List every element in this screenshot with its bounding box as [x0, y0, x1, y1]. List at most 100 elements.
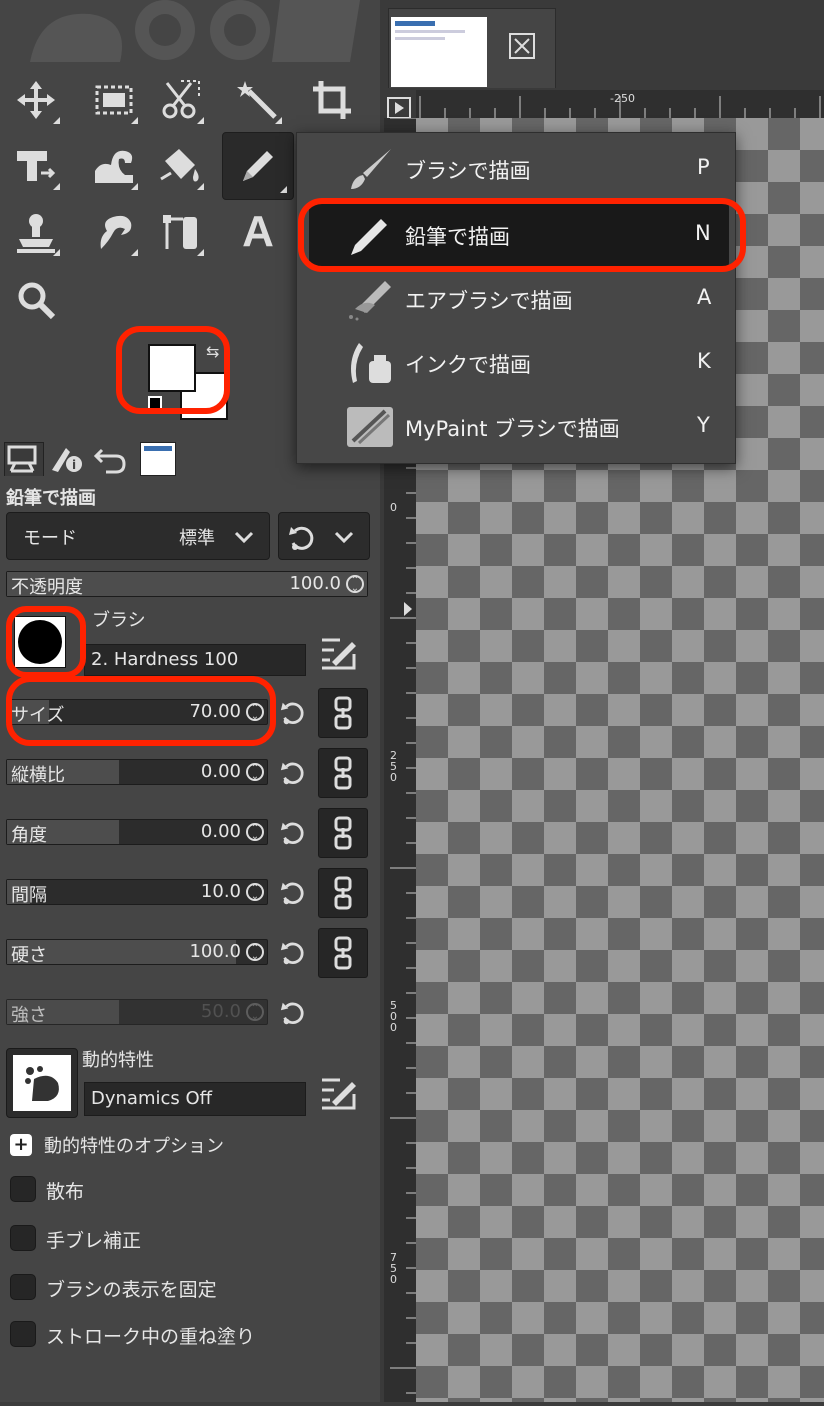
edit-brush-icon[interactable]: [318, 632, 358, 672]
crop-icon: [313, 81, 351, 119]
menu-item-paintbrush[interactable]: ブラシで描画 P: [297, 137, 737, 201]
dynamics-options-expander[interactable]: + 動的特性のオプション: [10, 1130, 370, 1160]
mode-reset-combo[interactable]: [278, 512, 370, 560]
scissors-select-button[interactable]: [150, 70, 210, 130]
menu-item-shortcut: A: [697, 285, 712, 309]
paths-tool-button[interactable]: [150, 202, 210, 262]
tab-device-status[interactable]: i: [48, 444, 88, 476]
pencil-tool-button[interactable]: [222, 132, 294, 200]
chevron-down-icon: [334, 531, 354, 544]
image-tab[interactable]: [388, 8, 556, 88]
mode-combo[interactable]: モード 標準: [6, 512, 270, 560]
reset-icon: [280, 1002, 304, 1025]
lock-brush-view-checkbox[interactable]: [10, 1274, 36, 1300]
angle-reset-button[interactable]: [278, 818, 308, 848]
device-status-icon: i: [52, 448, 82, 472]
ruler-top-label: -250: [610, 92, 635, 105]
move-tool-button[interactable]: [6, 70, 66, 130]
spacing-reset-button[interactable]: [278, 878, 308, 908]
hardness-reset-button[interactable]: [278, 938, 308, 968]
menu-item-ink[interactable]: インクで描画 K: [297, 331, 737, 395]
tool-group-indicator-icon: [197, 117, 204, 124]
tab-tool-options[interactable]: [4, 442, 44, 476]
clone-tool-button[interactable]: [6, 202, 66, 262]
hardness-value: 100.0: [189, 941, 241, 962]
size-reset-button[interactable]: [278, 698, 308, 728]
size-highlight: [6, 676, 276, 746]
text-tool-icon: A: [242, 207, 274, 256]
wilber-logo-icon: [30, 0, 360, 62]
dynamics-name: Dynamics Off: [91, 1088, 213, 1109]
menu-item-airbrush[interactable]: エアブラシで描画 A: [297, 267, 737, 331]
crop-tool-button[interactable]: [302, 70, 362, 130]
pointer-position-marker-icon: [404, 602, 412, 616]
spacing-label: 間隔: [11, 885, 47, 906]
smudge-tool-button[interactable]: [84, 202, 144, 262]
tool-group-indicator-icon: [131, 183, 138, 190]
tool-group-indicator-icon: [131, 117, 138, 124]
hardness-link-button[interactable]: [318, 928, 368, 978]
spin-arrows-icon: ⌃ ⌄: [246, 1003, 264, 1022]
brush-label: ブラシ: [92, 610, 146, 631]
expand-plus-icon: +: [10, 1134, 32, 1156]
aspect-reset-button[interactable]: [278, 758, 308, 788]
unified-transform-button[interactable]: [6, 136, 66, 196]
airbrush-icon: [349, 281, 391, 321]
tool-group-indicator-icon: [197, 249, 204, 256]
text-tool-button[interactable]: A: [228, 202, 288, 262]
dynamics-label: 動的特性: [82, 1050, 154, 1071]
smooth-stroke-label: 手ブレ補正: [46, 1230, 142, 1252]
chain-link-icon: [334, 756, 352, 790]
menu-item-mypaint-brush[interactable]: MyPaint ブラシで描画 Y: [297, 395, 737, 459]
incremental-checkbox[interactable]: [10, 1321, 36, 1347]
scatter-label: 散布: [46, 1181, 85, 1203]
warp-transform-button[interactable]: [84, 136, 144, 196]
tool-group-indicator-icon: [53, 183, 60, 190]
bucket-fill-button[interactable]: [150, 136, 210, 196]
dynamics-preview-button[interactable]: [6, 1048, 78, 1118]
tool-options-icon: [7, 445, 37, 473]
aspect-link-button[interactable]: [318, 748, 368, 798]
chain-link-icon: [334, 876, 352, 910]
close-icon[interactable]: [507, 31, 537, 61]
paintbrush-icon: [351, 149, 391, 189]
angle-spinscale[interactable]: 角度 0.00 ⌃ ⌄: [6, 819, 268, 846]
spin-arrows-icon: ⌃ ⌄: [246, 883, 264, 902]
angle-value: 0.00: [200, 821, 241, 842]
force-spinscale[interactable]: 強さ 50.0 ⌃ ⌄: [6, 999, 268, 1026]
quick-mask-menu-icon[interactable]: [386, 96, 412, 120]
hardness-spinscale[interactable]: 硬さ 100.0 ⌃ ⌄: [6, 939, 268, 966]
spacing-spinscale[interactable]: 間隔 10.0 ⌃ ⌄: [6, 879, 268, 906]
hardness-label: 硬さ: [11, 945, 47, 966]
size-link-button[interactable]: [318, 688, 368, 738]
ruler-left-label-750: 750: [390, 1251, 397, 1286]
tool-group-indicator-icon: [280, 186, 287, 193]
brush-name-field[interactable]: 2. Hardness 100: [84, 644, 306, 676]
angle-link-button[interactable]: [318, 808, 368, 858]
smooth-stroke-checkbox[interactable]: [10, 1225, 36, 1251]
tool-group-indicator-icon: [53, 249, 60, 256]
rect-select-button[interactable]: [84, 70, 144, 130]
opacity-spinscale[interactable]: 不透明度 100.0 ⌃ ⌄: [6, 571, 368, 598]
reset-icon: [280, 942, 304, 965]
scatter-checkbox[interactable]: [10, 1176, 36, 1202]
dynamics-name-field[interactable]: Dynamics Off: [84, 1082, 306, 1116]
zoom-tool-button[interactable]: [6, 270, 66, 330]
spacing-link-button[interactable]: [318, 868, 368, 918]
brush-name: 2. Hardness 100: [91, 649, 239, 670]
menu-item-shortcut: K: [697, 349, 711, 373]
edit-dynamics-icon[interactable]: [318, 1072, 358, 1112]
force-reset-button[interactable]: [278, 998, 308, 1028]
tab-images[interactable]: [140, 442, 176, 476]
ruler-left-label-250: 250: [390, 749, 397, 784]
fuzzy-select-button[interactable]: [228, 70, 288, 130]
chain-link-icon: [334, 816, 352, 850]
reset-icon: [280, 822, 304, 845]
lock-brush-view-label: ブラシの表示を固定: [46, 1279, 217, 1301]
aspect-ratio-spinscale[interactable]: 縦横比 0.00 ⌃ ⌄: [6, 759, 268, 786]
svg-text:i: i: [72, 458, 76, 472]
menu-item-label: エアブラシで描画: [405, 289, 573, 313]
tab-undo-history[interactable]: [92, 444, 132, 476]
paint-tool-group-menu: ブラシで描画 P 鉛筆で描画 N エアブラシで描画 A インクで描画 K MyP…: [296, 132, 736, 464]
menu-item-shortcut: Y: [697, 413, 710, 437]
